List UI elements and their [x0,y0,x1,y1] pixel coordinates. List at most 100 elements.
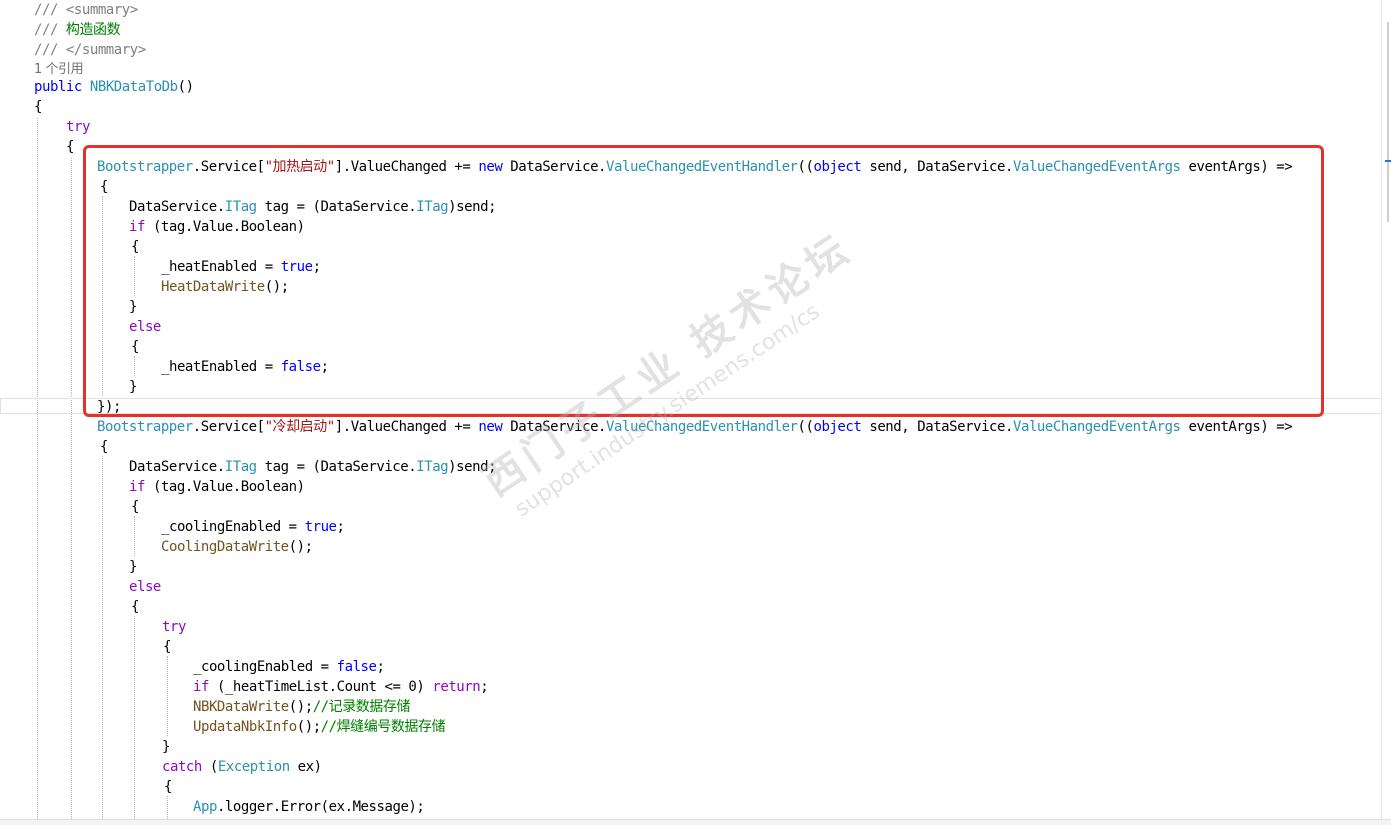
keyword-else: else [129,579,161,595]
brace: } [162,739,170,755]
keyword: object [813,419,862,435]
code-line: } [162,737,170,757]
type-name: ValueChangedEventArgs [1012,419,1181,435]
code-line: CoolingDataWrite(); [161,537,313,557]
type-name: Exception [217,759,290,775]
keyword: public [34,79,82,95]
brace: { [163,639,171,655]
code-text: eventArgs) => [1180,419,1293,435]
code-text: .Service[ [192,419,265,435]
code-line: if (_heatTimeList.Count <= 0) return; [193,677,489,697]
horizontal-scrollbar[interactable] [0,819,1391,825]
doc-comment-tag: /// </summary> [34,42,146,58]
brace: } [129,559,137,575]
brace: { [131,599,139,615]
code-text: (); [296,719,321,735]
keyword-if: if [193,679,209,695]
keyword: false [336,659,377,675]
code-line: if (tag.Value.Boolean) [129,477,305,497]
brace: { [131,499,139,515]
keyword: true [304,519,337,535]
code-line: public NBKDataToDb() [34,77,194,97]
keyword-try: try [162,619,186,635]
reference-count-codelens[interactable]: 1 个引用 [34,62,84,77]
code-text: tag = (DataService. [256,459,417,475]
brace: { [34,99,42,115]
indent-guide [102,456,103,825]
method-call: CoolingDataWrite [161,539,289,555]
highlight-annotation-box [83,145,1324,417]
parens: () [177,79,194,95]
code-text: ; [336,519,345,535]
code-line: 1 个引用 [34,59,84,79]
code-text: (); [288,539,313,555]
code-text: DataService. [510,419,607,435]
code-line: /// </summary> [34,40,146,60]
code-text: ex) [289,759,322,775]
string-literal: "冷却启动" [264,419,336,435]
method-name: NBKDataToDb [89,79,178,95]
indent-guide [134,516,135,556]
code-text: DataService. [917,419,1013,435]
code-text: (_heatTimeList.Count <= 0) [208,679,433,695]
type-name: Bootstrapper [97,419,193,435]
code-line: try [162,617,186,637]
type-name: ValueChangedEventHandler [606,419,798,435]
indent-guide [134,616,135,825]
indent-guide [71,158,72,825]
code-text: ; [480,679,489,695]
code-text: (tag.Value.Boolean) [144,479,305,495]
brace: { [66,139,74,155]
code-line: NBKDataWrite();//记录数据存储 [193,697,410,717]
type-name: App [193,799,217,815]
doc-comment-text: 构造函数 [65,22,121,38]
code-line: { [131,597,139,617]
code-line: } [129,557,137,577]
brace: { [100,439,108,455]
keyword-return: return [432,679,481,695]
code-text: _coolingEnabled = [193,659,337,675]
code-line: { [100,437,108,457]
code-comment: //记录数据存储 [312,699,411,715]
code-text: )send; [448,459,497,475]
scrollbar-caret-marker [1385,160,1391,162]
indent-guide [37,118,38,825]
code-text: DataService. [129,459,225,475]
brace: { [164,779,172,795]
code-line: /// <summary> [34,0,138,20]
code-line: { [66,137,74,157]
type-name: ITag [224,459,257,475]
code-text: .logger.Error(ex.Message); [216,799,425,815]
code-text: (( [797,419,814,435]
code-text: (); [288,699,313,715]
code-line: catch (Exception ex) [162,757,322,777]
keyword-try: try [66,119,90,135]
code-comment: //焊缝编号数据存储 [320,719,446,735]
method-call: UpdataNbkInfo [193,719,297,735]
code-text: send, [861,419,918,435]
scrollbar-change-marker [1387,22,1389,222]
method-call: NBKDataWrite [193,699,289,715]
code-line: { [163,637,171,657]
code-text: _coolingEnabled = [161,519,305,535]
type-name: ITag [416,459,449,475]
code-line: try [66,117,90,137]
code-line: { [131,497,139,517]
code-line: _coolingEnabled = false; [193,657,385,677]
keyword-if: if [129,479,145,495]
code-text: ].ValueChanged += [334,419,479,435]
keyword: new [478,419,503,435]
keyword-catch: catch [162,759,202,775]
code-line: else [129,577,161,597]
code-editor[interactable]: /// <summary> /// 构造函数 /// </summary> 1 … [0,0,1391,825]
code-line: App.logger.Error(ex.Message); [193,797,425,817]
code-line: _coolingEnabled = true; [161,517,345,537]
code-line: UpdataNbkInfo();//焊缝编号数据存储 [193,717,445,737]
indent-guide [167,656,168,736]
code-line: DataService.ITag tag = (DataService.ITag… [129,457,496,477]
vertical-scrollbar[interactable] [1381,0,1391,825]
code-line: /// 构造函数 [34,20,121,40]
doc-comment-tag: /// <summary> [34,2,138,18]
code-text: ( [201,759,218,775]
code-line: { [34,97,42,117]
